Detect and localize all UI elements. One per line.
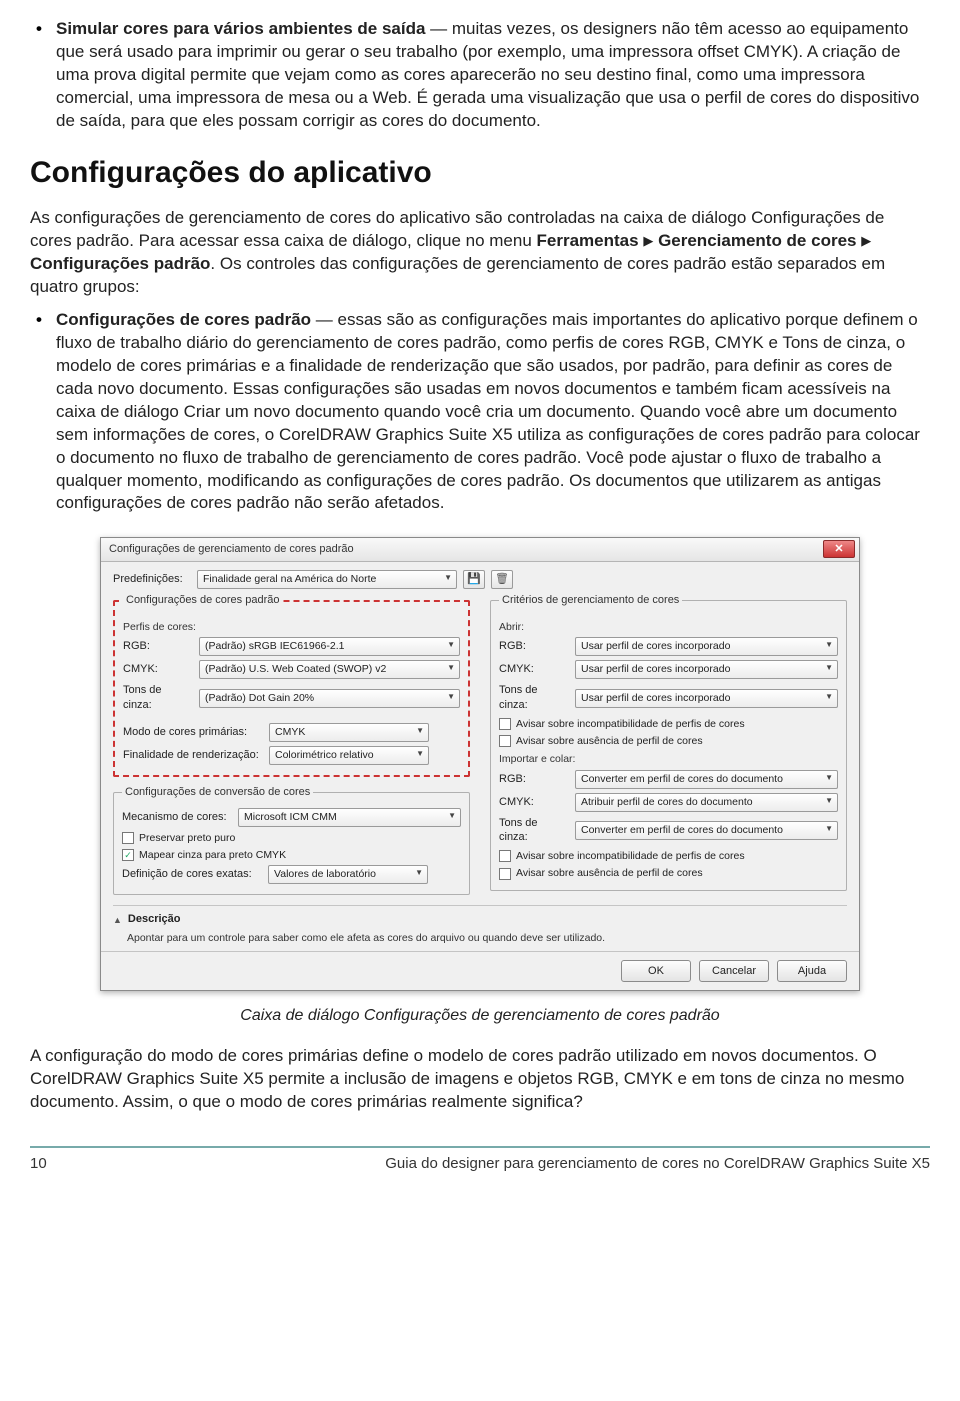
checkbox-icon [499, 735, 511, 747]
import-header: Importar e colar: [499, 752, 838, 766]
warn-mismatch-open-checkbox[interactable]: Avisar sobre incompatibilidade de perfis… [499, 717, 838, 731]
default-color-settings-group: Configurações de cores padrão Perfis de … [113, 593, 470, 777]
spot-def-dropdown[interactable]: Valores de laboratório [268, 865, 428, 884]
presets-row: Predefinições: Finalidade geral na Améri… [113, 570, 847, 589]
checkbox-icon [122, 832, 134, 844]
chevron-up-icon[interactable]: ▲ [113, 914, 122, 926]
import-gray-label: Tons de cinza: [499, 816, 569, 846]
dialog-titlebar: Configurações de gerenciamento de cores … [101, 538, 859, 562]
open-rgb-label: RGB: [499, 639, 569, 654]
checkbox-icon [499, 868, 511, 880]
delete-preset-icon[interactable]: 🗑 [491, 570, 513, 589]
bullet2-text: — essas são as configurações mais import… [56, 310, 920, 513]
open-cmyk-dropdown[interactable]: Usar perfil de cores incorporado [575, 660, 838, 679]
figure-caption: Caixa de diálogo Configurações de gerenc… [30, 1005, 930, 1027]
color-settings-dialog: Configurações de gerenciamento de cores … [100, 537, 860, 991]
conv-legend: Configurações de conversão de cores [122, 785, 313, 800]
bullet2-title: Configurações de cores padrão [56, 310, 311, 329]
warn-mismatch-import-label: Avisar sobre incompatibilidade de perfis… [516, 849, 745, 863]
footer-title: Guia do designer para gerenciamento de c… [385, 1154, 930, 1174]
menu-config-padrao: Configurações padrão [30, 254, 210, 273]
open-header: Abrir: [499, 620, 838, 634]
section-heading: Configurações do aplicativo [30, 153, 930, 194]
cmyk-label: CMYK: [123, 662, 193, 677]
import-gray-dropdown[interactable]: Converter em perfil de cores do document… [575, 821, 838, 840]
profiles-header: Perfis de cores: [123, 620, 460, 634]
page-footer: 10 Guia do designer para gerenciamento d… [30, 1146, 930, 1174]
import-cmyk-dropdown[interactable]: Atribuir perfil de cores do documento [575, 793, 838, 812]
color-conversion-group: Configurações de conversão de cores Meca… [113, 785, 470, 895]
open-gray-label: Tons de cinza: [499, 683, 569, 713]
checkbox-icon [499, 718, 511, 730]
presets-dropdown[interactable]: Finalidade geral na América do Norte [197, 570, 457, 589]
save-preset-icon[interactable]: 💾 [463, 570, 485, 589]
warn-missing-import-checkbox[interactable]: Avisar sobre ausência de perfil de cores [499, 866, 838, 880]
open-gray-dropdown[interactable]: Usar perfil de cores incorporado [575, 689, 838, 708]
primary-mode-label: Modo de cores primárias: [123, 725, 263, 740]
close-icon[interactable]: ✕ [823, 540, 855, 558]
checkbox-checked-icon: ✓ [122, 849, 134, 861]
bullet-config-cores: Configurações de cores padrão — essas sã… [36, 309, 930, 515]
para-primary-mode: A configuração do modo de cores primária… [30, 1045, 930, 1114]
right-legend: Critérios de gerenciamento de cores [499, 593, 682, 608]
gray-label: Tons de cinza: [123, 683, 193, 713]
engine-label: Mecanismo de cores: [122, 810, 232, 825]
import-cmyk-label: CMYK: [499, 795, 569, 810]
dialog-figure: Configurações de gerenciamento de cores … [30, 537, 930, 991]
open-rgb-dropdown[interactable]: Usar perfil de cores incorporado [575, 637, 838, 656]
open-cmyk-label: CMYK: [499, 662, 569, 677]
presets-label: Predefinições: [113, 572, 191, 587]
warn-missing-open-checkbox[interactable]: Avisar sobre ausência de perfil de cores [499, 734, 838, 748]
spot-def-label: Definição de cores exatas: [122, 867, 262, 882]
chevron-right-icon: ▶ [643, 233, 653, 248]
color-engine-dropdown[interactable]: Microsoft ICM CMM [238, 808, 461, 827]
warn-missing-open-label: Avisar sobre ausência de perfil de cores [516, 734, 703, 748]
rgb-profile-dropdown[interactable]: (Padrão) sRGB IEC61966-2.1 [199, 637, 460, 656]
chevron-right-icon: ▶ [861, 233, 871, 248]
menu-gerenciamento: Gerenciamento de cores [658, 231, 856, 250]
description-title: Descrição [128, 912, 181, 927]
rgb-label: RGB: [123, 639, 193, 654]
menu-ferramentas: Ferramentas [537, 231, 639, 250]
warn-mismatch-import-checkbox[interactable]: Avisar sobre incompatibilidade de perfis… [499, 849, 838, 863]
left-legend: Configurações de cores padrão [123, 593, 282, 608]
page-number: 10 [30, 1154, 47, 1174]
dialog-footer: OK Cancelar Ajuda [101, 951, 859, 990]
bullet-list-2: Configurações de cores padrão — essas sã… [36, 309, 930, 515]
intro-bullet-list: Simular cores para vários ambientes de s… [36, 18, 930, 133]
import-rgb-dropdown[interactable]: Converter em perfil de cores do document… [575, 770, 838, 789]
gray-profile-dropdown[interactable]: (Padrão) Dot Gain 20% [199, 689, 460, 708]
dialog-title-text: Configurações de gerenciamento de cores … [109, 542, 354, 557]
warn-mismatch-open-label: Avisar sobre incompatibilidade de perfis… [516, 717, 745, 731]
intro-bullet: Simular cores para vários ambientes de s… [36, 18, 930, 133]
preserve-black-label: Preservar preto puro [139, 831, 235, 845]
rendering-intent-label: Finalidade de renderização: [123, 748, 263, 763]
warn-missing-import-label: Avisar sobre ausência de perfil de cores [516, 866, 703, 880]
color-policy-group: Critérios de gerenciamento de cores Abri… [490, 593, 847, 890]
cmyk-profile-dropdown[interactable]: (Padrão) U.S. Web Coated (SWOP) v2 [199, 660, 460, 679]
import-rgb-label: RGB: [499, 772, 569, 787]
cancel-button[interactable]: Cancelar [699, 960, 769, 982]
preserve-black-checkbox[interactable]: Preservar preto puro [122, 831, 461, 845]
description-text: Apontar para um controle para saber como… [113, 931, 847, 945]
checkbox-icon [499, 850, 511, 862]
map-gray-checkbox[interactable]: ✓ Mapear cinza para preto CMYK [122, 848, 461, 862]
rendering-intent-dropdown[interactable]: Colorimétrico relativo [269, 746, 429, 765]
map-gray-label: Mapear cinza para preto CMYK [139, 848, 286, 862]
para-app-settings: As configurações de gerenciamento de cor… [30, 207, 930, 299]
ok-button[interactable]: OK [621, 960, 691, 982]
primary-mode-dropdown[interactable]: CMYK [269, 723, 429, 742]
help-button[interactable]: Ajuda [777, 960, 847, 982]
description-area: ▲ Descrição Apontar para um controle par… [113, 905, 847, 945]
intro-bullet-title: Simular cores para vários ambientes de s… [56, 19, 425, 38]
